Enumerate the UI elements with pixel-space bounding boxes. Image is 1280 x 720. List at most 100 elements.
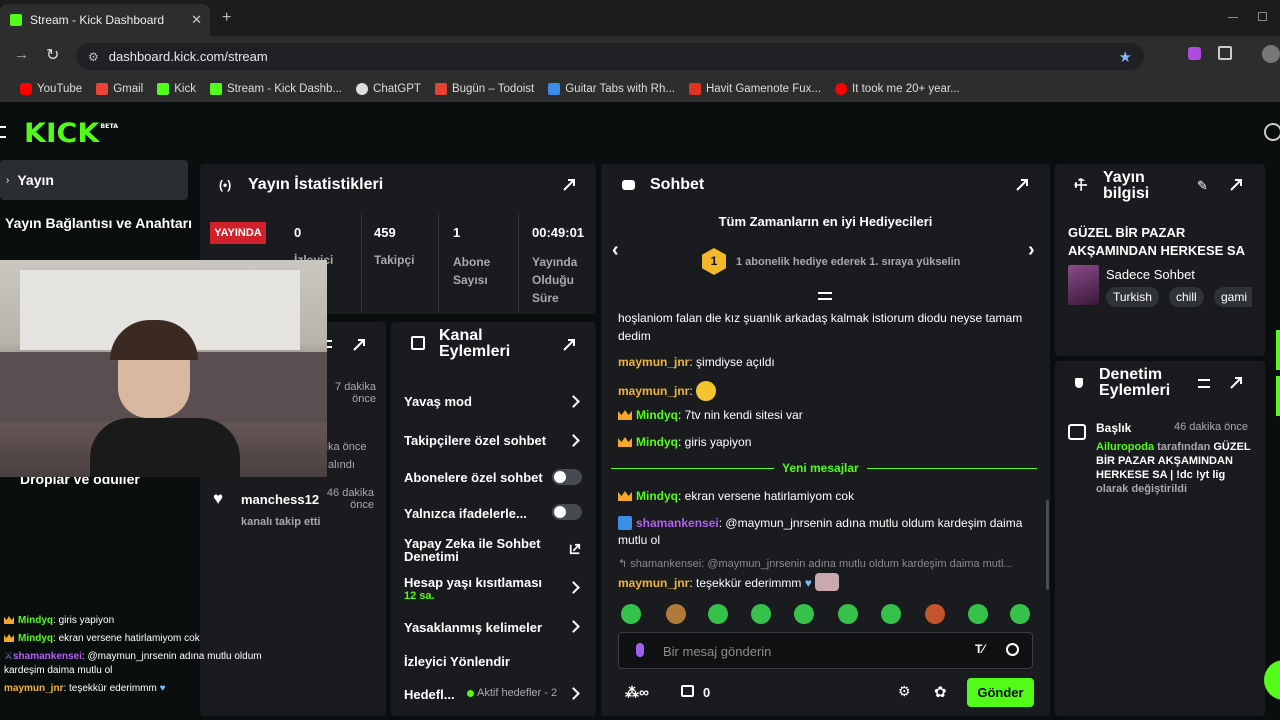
activity-user[interactable]: manchess12: [241, 492, 319, 507]
site-info-icon[interactable]: ⚙: [88, 50, 99, 64]
scroll-pause-icon[interactable]: [818, 292, 832, 300]
sword-badge-icon: [618, 516, 632, 530]
new-tab-icon[interactable]: +: [222, 9, 231, 27]
sidebar-item-keys[interactable]: Yayın Bağlantısı ve Anahtarı: [5, 215, 192, 231]
extensions-icon[interactable]: [1218, 46, 1232, 60]
raid-label[interactable]: İzleyici Yönlendir: [404, 654, 510, 669]
popout-icon[interactable]: [352, 338, 366, 352]
banned-words-label[interactable]: Yasaklanmış kelimeler: [404, 620, 542, 635]
kick-logo[interactable]: KICKBETA: [24, 118, 118, 149]
chat-input[interactable]: Bir mesaj gönderin T⁄: [618, 632, 1033, 669]
emote-icon[interactable]: [708, 604, 728, 624]
subs-label: Abone Sayısı: [453, 255, 491, 287]
translate-icon[interactable]: T⁄: [975, 642, 984, 656]
chat-message: Mindyq: ekran versene hatirlamiyom cok: [618, 489, 854, 503]
ai-moderation-label[interactable]: Yapay Zeka ile Sohbet Denetimi: [404, 537, 544, 563]
overlay-chat-line: Mindyq: giris yapiyon: [4, 615, 114, 626]
kick-icon: [157, 83, 170, 95]
chat-username[interactable]: Mindyq: [636, 489, 678, 503]
omnibox[interactable]: ⚙ dashboard.kick.com/stream ★: [76, 43, 1144, 70]
forward-icon[interactable]: →: [14, 46, 29, 63]
bookmark-star-icon[interactable]: ★: [1119, 48, 1132, 66]
activity-text: kanalı takip etti: [241, 516, 321, 528]
chat-extra-icon[interactable]: ✿: [934, 683, 947, 701]
emotes-only-toggle[interactable]: [552, 504, 582, 520]
bookmark-gmail[interactable]: Gmail: [96, 83, 143, 95]
viewers-value: 0: [294, 225, 302, 240]
overlay-chat-line: maymun_jnr: teşekkür ederimmm ♥: [4, 683, 166, 694]
popout-icon[interactable]: [562, 178, 576, 192]
sidebar-item-stream[interactable]: › Yayın: [0, 160, 188, 200]
subs-value: 1: [453, 225, 461, 240]
tag-chip[interactable]: Turkish: [1106, 287, 1159, 307]
subs-only-toggle[interactable]: [552, 469, 582, 485]
goals-label[interactable]: Hedefl...: [404, 687, 455, 702]
tag-chip[interactable]: gami: [1214, 287, 1252, 307]
chat-username[interactable]: maymun_jnr: [618, 355, 689, 369]
menu-icon[interactable]: [0, 126, 6, 138]
chat-message: shamankensei: @maymun_jnrsenin adına mut…: [618, 516, 1022, 530]
chevron-icon: ›: [6, 174, 10, 186]
filter-icon[interactable]: [1198, 379, 1210, 388]
webcam-overlay: [0, 260, 327, 477]
edit-pencil-icon[interactable]: ✎: [1197, 178, 1208, 194]
emote-icon[interactable]: [621, 604, 641, 624]
bookmark-youtube[interactable]: YouTube: [20, 83, 82, 95]
mod-user[interactable]: Ailuropoda: [1096, 441, 1154, 453]
reload-icon[interactable]: ↻: [46, 45, 59, 65]
bookmarks-bar: YouTube Gmail Kick Stream - Kick Dashb..…: [0, 76, 1280, 102]
bookmark-youtube-video[interactable]: It took me 20+ year...: [835, 83, 960, 95]
chat-message: mutlu ol: [618, 533, 661, 547]
emote-icon[interactable]: [968, 604, 988, 624]
chat-input-placeholder: Bir mesaj gönderin: [663, 644, 772, 659]
close-tab-icon[interactable]: ✕: [191, 12, 202, 28]
sticker-emoji-icon: [815, 573, 840, 591]
bookmark-kick[interactable]: Kick: [157, 83, 196, 95]
slow-mode-label[interactable]: Yavaş mod: [404, 394, 472, 409]
tag-chip[interactable]: chill: [1169, 287, 1204, 307]
popout-icon[interactable]: [1015, 178, 1029, 192]
subs-only-label: Abonelere özel sohbet: [404, 470, 543, 485]
chat-username[interactable]: shamankensei: [636, 516, 719, 530]
moderation-panel: [1055, 361, 1265, 716]
bookmark-guitar-tabs[interactable]: Guitar Tabs with Rh...: [548, 83, 675, 95]
popout-icon[interactable]: [562, 338, 576, 352]
viewers-points-icon[interactable]: ⁂∞: [625, 684, 649, 701]
popout-icon[interactable]: [1229, 376, 1243, 390]
chat-username[interactable]: maymun_jnr: [618, 384, 689, 398]
emote-icon[interactable]: [881, 604, 901, 624]
crown-badge-icon: [618, 410, 632, 420]
category-name[interactable]: Sadece Sohbet: [1106, 267, 1195, 282]
chat-scrollbar[interactable]: [1046, 500, 1049, 590]
chevron-left-icon[interactable]: ‹: [612, 239, 619, 262]
emote-icon[interactable]: [838, 604, 858, 624]
emoji-picker-icon[interactable]: [1006, 643, 1019, 656]
followers-only-label[interactable]: Takipçilere özel sohbet: [404, 433, 546, 448]
chat-username[interactable]: Mindyq: [636, 435, 678, 449]
emote-icon[interactable]: [1010, 604, 1030, 624]
user-avatar[interactable]: [1264, 123, 1280, 141]
chevron-right-icon[interactable]: ›: [1028, 239, 1035, 262]
emote-icon[interactable]: [751, 604, 771, 624]
bookmark-todoist[interactable]: Bugün – Todoist: [434, 83, 534, 95]
profile-avatar[interactable]: [1262, 45, 1280, 63]
popout-icon[interactable]: [1229, 178, 1243, 192]
chat-username[interactable]: Mindyq: [636, 408, 678, 422]
extension-purple-icon[interactable]: [1188, 47, 1201, 60]
chat-username[interactable]: maymun_jnr: [618, 576, 689, 590]
bookmark-chatgpt[interactable]: ChatGPT: [356, 83, 421, 95]
minimize-icon[interactable]: [1228, 17, 1238, 18]
mod-event-time: 46 dakika önce: [1174, 421, 1248, 433]
maximize-icon[interactable]: [1258, 12, 1267, 21]
emote-icon[interactable]: [925, 604, 945, 624]
bookmark-stream[interactable]: Stream - Kick Dashb...: [209, 83, 342, 95]
browser-tab[interactable]: Stream - Kick Dashboard ✕: [0, 4, 210, 36]
settings-gear-icon[interactable]: ⚙: [898, 683, 911, 700]
send-button[interactable]: Gönder: [967, 678, 1034, 707]
microphone-icon[interactable]: [636, 643, 644, 657]
account-age-label[interactable]: Hesap yaşı kısıtlaması: [404, 575, 542, 590]
emote-icon[interactable]: [794, 604, 814, 624]
emote-icon[interactable]: [666, 604, 686, 624]
bookmark-havit[interactable]: Havit Gamenote Fux...: [688, 83, 821, 95]
external-link-icon[interactable]: [569, 543, 581, 555]
